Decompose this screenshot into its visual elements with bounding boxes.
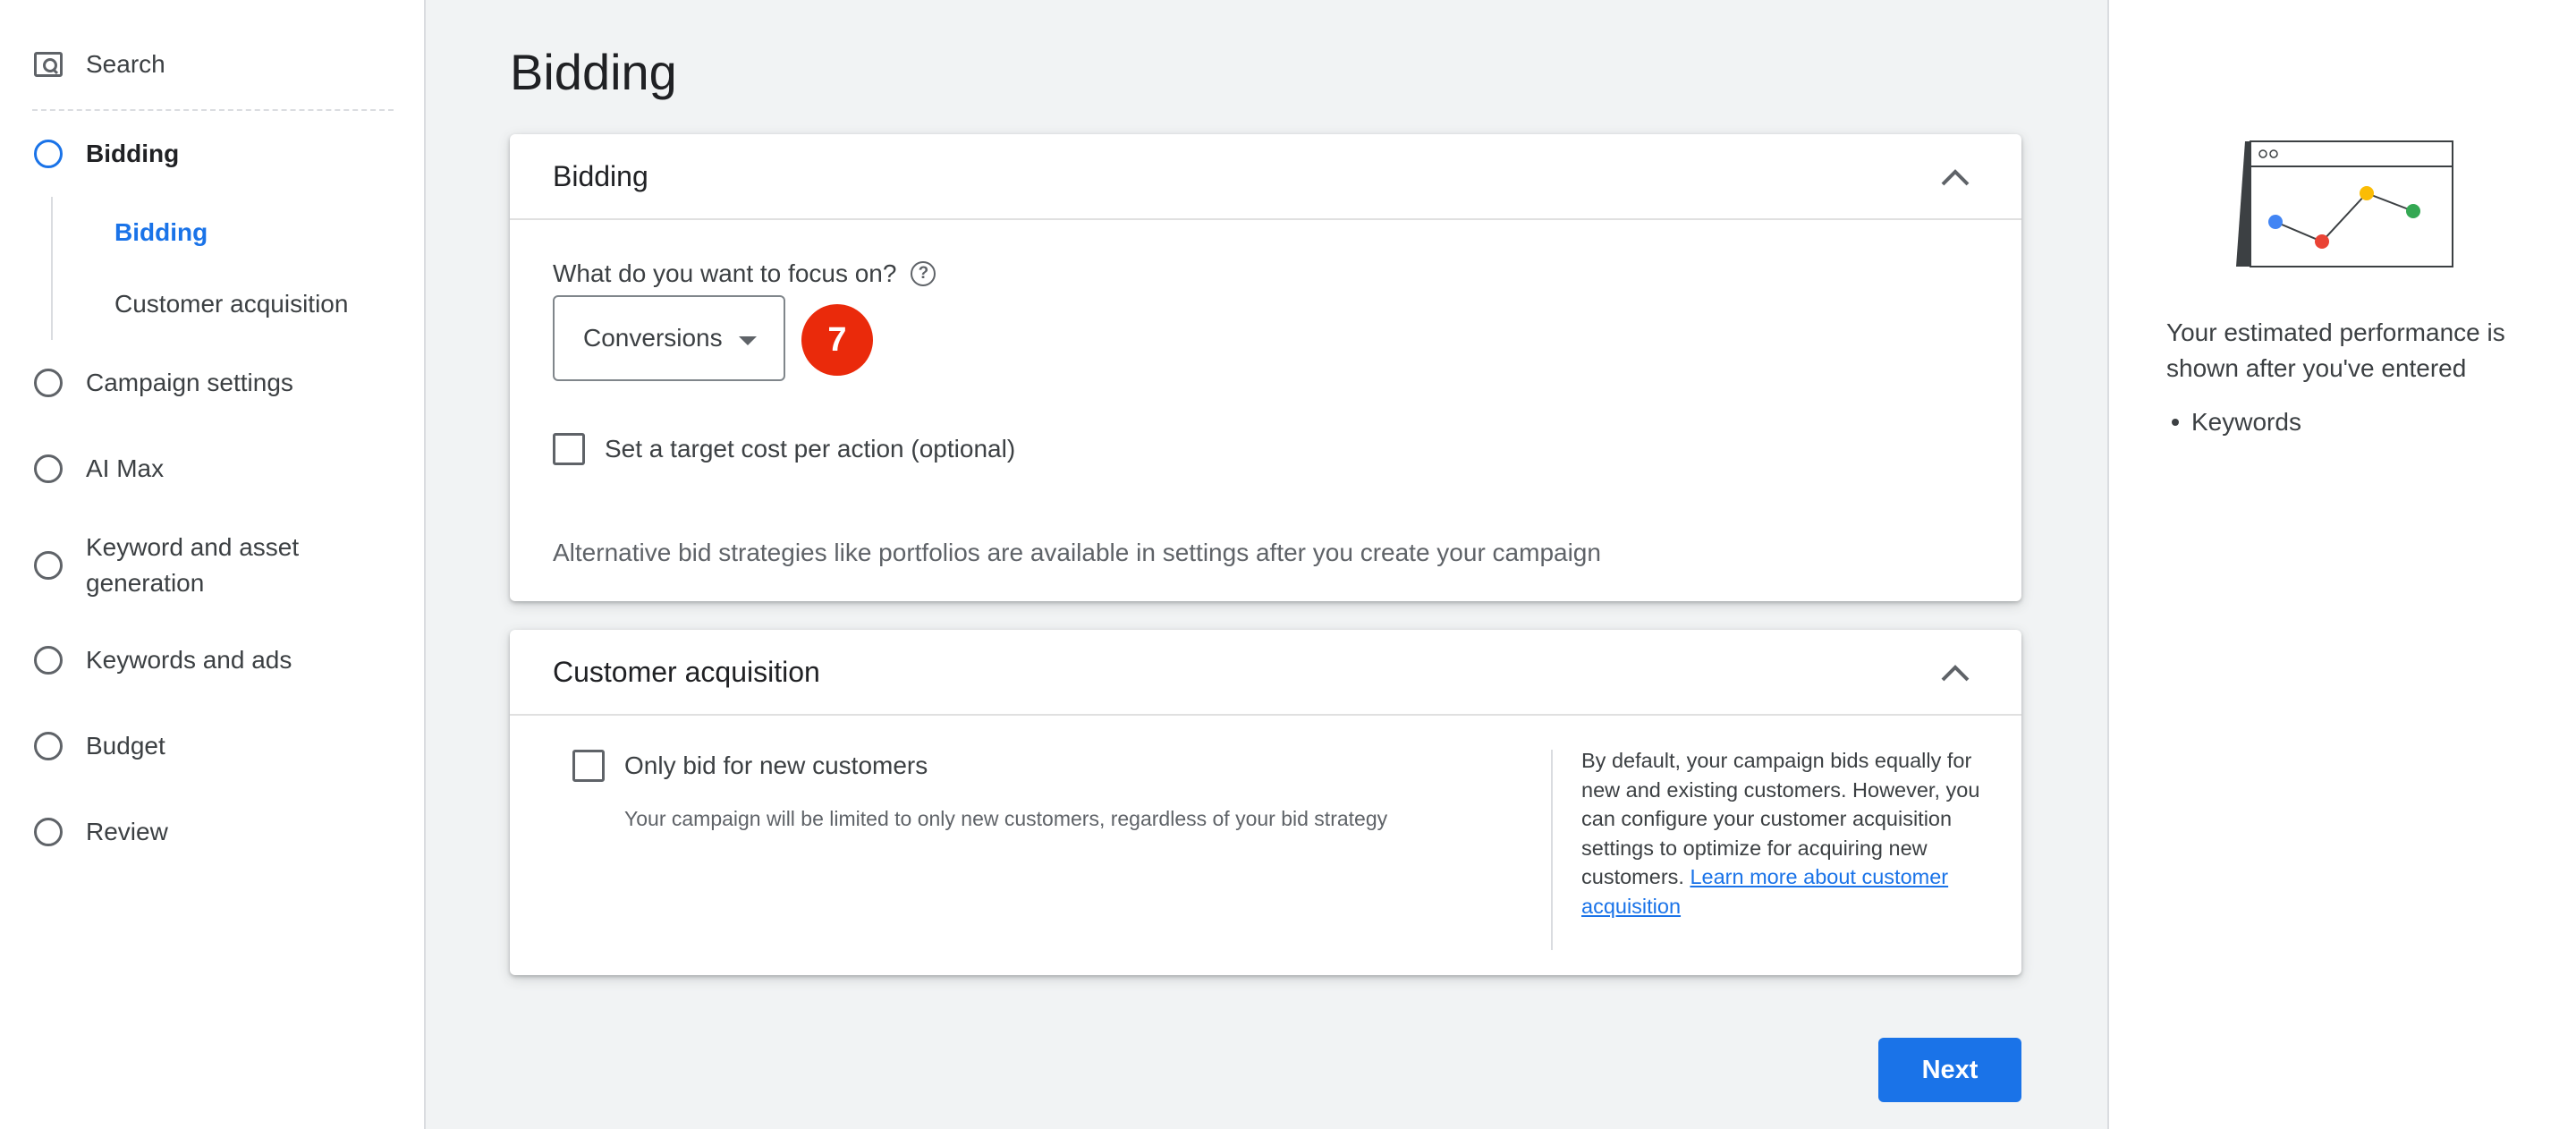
performance-chart-illustration [2236, 140, 2453, 267]
step-badge: 7 [801, 304, 873, 376]
help-icon[interactable]: ? [911, 261, 936, 286]
sidebar-item-budget[interactable]: Budget [34, 728, 165, 764]
focus-label-text: What do you want to focus on? [553, 259, 897, 287]
target-cpa-checkbox[interactable] [553, 433, 585, 465]
new-customers-label: Only bid for new customers [624, 751, 928, 779]
card-title: Customer acquisition [553, 655, 820, 688]
sidebar-item-label: Budget [86, 732, 165, 760]
sidebar-item-label: Bidding [86, 140, 180, 167]
chevron-up-icon[interactable] [1937, 657, 1973, 689]
customer-acquisition-info: By default, your campaign bids equally f… [1581, 746, 1984, 921]
step-circle-icon [34, 818, 63, 846]
substep-line [51, 197, 53, 340]
sidebar-subitem-bidding[interactable]: Bidding [114, 218, 208, 247]
step-circle-icon [34, 551, 63, 580]
sidebar-item-keywords-ads[interactable]: Keywords and ads [34, 642, 292, 678]
sidebar-item-label: Campaign settings [86, 369, 293, 396]
search-icon [34, 52, 63, 77]
customer-card-header[interactable]: Customer acquisition [510, 630, 2021, 716]
target-cpa-label: Set a target cost per action (optional) [605, 435, 1016, 463]
sidebar-item-label: Keyword and asset generation [86, 533, 300, 597]
sidebar-item-bidding[interactable]: Bidding [34, 136, 179, 172]
bidding-card: Bidding What do you want to focus on? ? … [510, 134, 2021, 601]
new-customers-row[interactable]: Only bid for new customers [572, 750, 928, 782]
sidebar-item-campaign-settings[interactable]: Campaign settings [34, 365, 293, 401]
sidebar-subitem-customer-acquisition[interactable]: Customer acquisition [114, 290, 348, 318]
sidebar-divider [32, 109, 394, 111]
new-customers-checkbox[interactable] [572, 750, 605, 782]
list-item: Keywords [2166, 408, 2301, 437]
step-circle-icon [34, 454, 63, 483]
focus-question: What do you want to focus on? ? [553, 259, 936, 288]
sidebar-item-search[interactable]: Search [34, 47, 165, 82]
vertical-divider [1551, 750, 1553, 950]
performance-message: Your estimated performance is shown afte… [2166, 318, 2505, 382]
customer-acquisition-card: Customer acquisition Only bid for new cu… [510, 630, 2021, 975]
sidebar-item-keyword-asset-generation[interactable]: Keyword and asset generation [34, 530, 299, 601]
sidebar-item-review[interactable]: Review [34, 814, 168, 850]
sidebar-item-ai-max[interactable]: AI Max [34, 451, 164, 487]
sidebar-item-label: Review [86, 818, 168, 845]
target-cpa-row[interactable]: Set a target cost per action (optional) [553, 433, 1015, 465]
sidebar: Search Bidding Bidding Customer acquisit… [0, 0, 426, 1129]
next-button[interactable]: Next [1878, 1038, 2021, 1102]
list-item-label: Keywords [2191, 408, 2301, 436]
dropdown-caret-icon [739, 336, 757, 345]
focus-dropdown[interactable]: Conversions [553, 295, 785, 381]
bullet-icon [2172, 419, 2179, 426]
sidebar-item-label: Keywords and ads [86, 646, 292, 674]
alt-strategies-note: Alternative bid strategies like portfoli… [553, 539, 1601, 566]
page-title: Bidding [510, 44, 677, 100]
dropdown-value: Conversions [583, 324, 723, 352]
step-circle-icon [34, 646, 63, 675]
chevron-up-icon[interactable] [1937, 161, 1973, 193]
sidebar-item-label: Search [86, 50, 165, 78]
step-circle-icon [34, 369, 63, 397]
bidding-card-header[interactable]: Bidding [510, 134, 2021, 220]
card-title: Bidding [553, 159, 648, 192]
sidebar-item-label: AI Max [86, 454, 165, 482]
new-customers-description: Your campaign will be limited to only ne… [624, 807, 1388, 830]
step-circle-icon [34, 732, 63, 760]
step-circle-icon [34, 140, 63, 168]
performance-panel: Your estimated performance is shown afte… [2107, 0, 2576, 1129]
